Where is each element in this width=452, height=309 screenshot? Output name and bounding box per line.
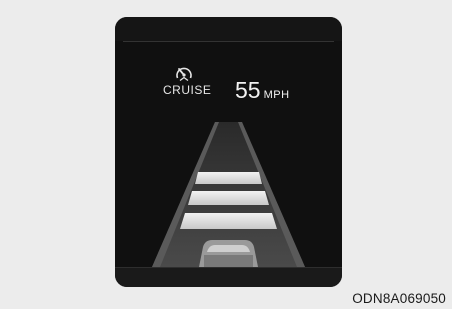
distance-bar-1	[195, 172, 262, 184]
bottom-band	[115, 268, 342, 287]
cruise-label: CRUISE	[163, 83, 212, 97]
figure-code: ODN8A069050	[352, 291, 446, 306]
speed-value: 55	[235, 77, 261, 103]
speed-unit: MPH	[263, 89, 290, 101]
top-band	[115, 17, 342, 41]
cruise-control-icon	[176, 67, 192, 82]
top-divider	[123, 41, 334, 42]
vehicle-icon	[199, 240, 258, 267]
road-illustration	[152, 122, 305, 267]
set-speed-readout: 55 MPH	[235, 77, 290, 104]
instrument-cluster-display: CRUISE 55 MPH	[115, 17, 342, 287]
distance-bar-2	[188, 191, 269, 205]
distance-bar-3	[180, 213, 277, 229]
